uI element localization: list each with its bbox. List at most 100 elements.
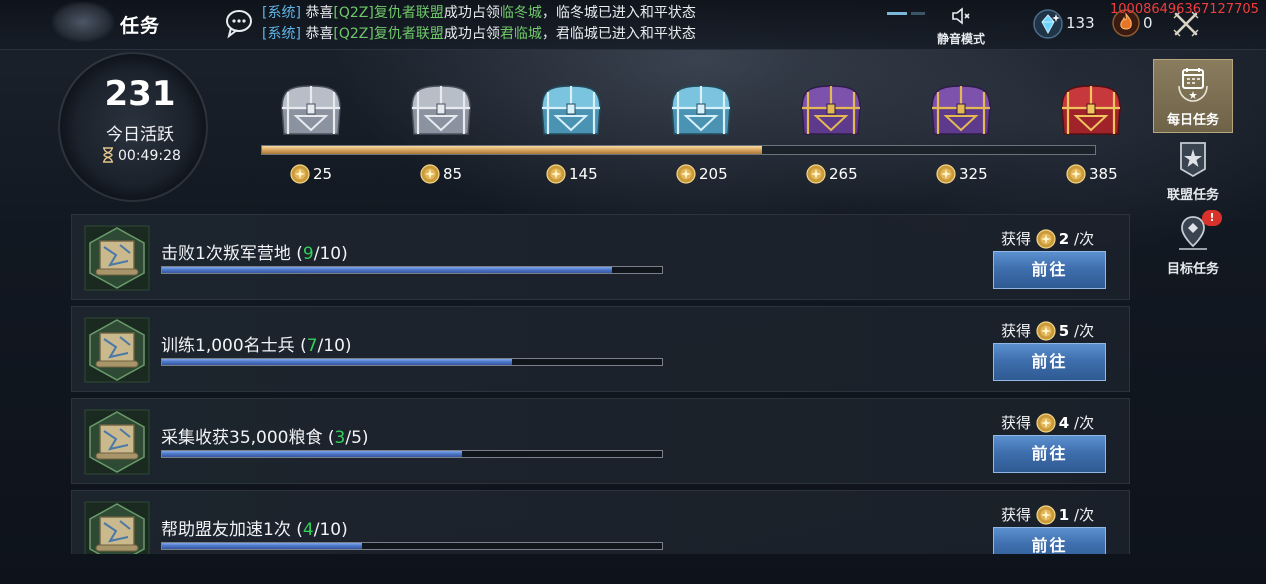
task-total: 10: [319, 244, 342, 264]
reward-value: 5: [1058, 322, 1070, 340]
reward-unit: /次: [1074, 414, 1095, 432]
gem-icon: [1033, 9, 1063, 39]
task-total: 10: [323, 336, 345, 356]
reward-value: 2: [1058, 230, 1070, 248]
side-label: 每日任务: [1166, 113, 1219, 128]
milestone-value: 205: [699, 165, 728, 183]
chat-text: ，临冬城已进入和平状态: [541, 5, 696, 21]
task-name: 采集收获35,000粮食: [161, 428, 323, 448]
tab-alliance-tasks[interactable]: 联盟任务: [1153, 135, 1233, 209]
milestone-marker: 205: [676, 164, 728, 186]
milestone-marker: 25: [290, 164, 332, 186]
task-title: 击败1次叛军营地 (9/10): [161, 244, 348, 264]
side-label: 联盟任务: [1166, 188, 1219, 203]
task-row: 采集收获35,000粮食 (3/5) 获得 4 /次 前往: [71, 398, 1130, 484]
coin-icon: [936, 164, 956, 184]
task-progress-fill: [162, 359, 512, 365]
chat-text: 成功占领: [443, 26, 500, 42]
hourglass-icon: [103, 147, 113, 163]
go-button[interactable]: 前往: [993, 527, 1106, 554]
speaker-mute-icon: [952, 7, 970, 25]
player-id-text: 100086496367127705: [1110, 2, 1259, 17]
tab-goal-tasks[interactable]: ! 目标任务: [1153, 209, 1233, 283]
coin-icon: [676, 164, 696, 184]
reward-unit: /次: [1074, 506, 1095, 524]
task-progress-bar: [161, 450, 663, 458]
chat-text: 恭喜: [300, 26, 334, 42]
treasure-chest-icon: [411, 85, 471, 135]
milestone-marker: 145: [546, 164, 598, 186]
coin-icon: [290, 164, 310, 184]
reward-chest-purple[interactable]: [796, 78, 866, 140]
reward-value: 1: [1058, 506, 1070, 524]
chat-text: ，君临城已进入和平状态: [541, 26, 696, 42]
task-row: 帮助盟友加速1次 (4/10) 获得 1 /次 前往: [71, 490, 1130, 554]
task-progress-fill: [162, 543, 362, 549]
page-title: 任务: [120, 15, 161, 37]
chat-city: 君临城: [499, 26, 542, 42]
system-chat[interactable]: [系统] 恭喜[Q2Z]复仇者联盟成功占领临冬城，临冬城已进入和平状态 [系统]…: [262, 3, 902, 45]
reward-chest-silver[interactable]: [406, 78, 476, 140]
milestone-value: 385: [1089, 165, 1118, 183]
task-total: 5: [351, 428, 362, 448]
task-list[interactable]: 击败1次叛军营地 (9/10) 获得 2 /次 前往 训练1,000名士兵 (7…: [71, 214, 1131, 554]
milestone-marker: 325: [936, 164, 988, 186]
task-reward: 获得 1 /次: [1001, 504, 1094, 525]
task-reward: 获得 5 /次: [1001, 320, 1094, 341]
reward-chest-blue[interactable]: [666, 78, 736, 140]
chat-alliance: [Q2Z]复仇者联盟: [333, 5, 444, 21]
task-current: 7: [306, 336, 318, 356]
treasure-chest-icon: [1061, 85, 1121, 135]
coin-icon: [1066, 164, 1086, 184]
task-current: 9: [302, 244, 314, 264]
task-name: 击败1次叛军营地: [161, 244, 291, 264]
chat-city: 临冬城: [499, 5, 542, 21]
go-button[interactable]: 前往: [993, 251, 1106, 289]
task-title: 帮助盟友加速1次 (4/10): [161, 520, 348, 540]
activity-progress-bar: [261, 145, 1096, 155]
side-label: 目标任务: [1166, 262, 1219, 277]
chat-tag: [系统]: [262, 5, 301, 21]
task-progress-bar: [161, 542, 663, 550]
reward-chest-blue[interactable]: [536, 78, 606, 140]
coin-icon: [546, 164, 566, 184]
task-category-sidebar: 每日任务 联盟任务 ! 目标任务: [1147, 57, 1266, 297]
chat-tag: [系统]: [262, 26, 301, 42]
reset-timer: 00:49:28: [102, 147, 181, 164]
chat-icon[interactable]: [225, 9, 253, 39]
go-button[interactable]: 前往: [993, 435, 1106, 473]
coin-icon: [1036, 321, 1056, 341]
activity-progress-fill: [262, 146, 762, 154]
reward-unit: /次: [1074, 322, 1095, 340]
chat-text: 成功占领: [443, 5, 500, 21]
treasure-chest-icon: [931, 85, 991, 135]
reward-label: 获得: [1001, 322, 1032, 340]
go-button[interactable]: 前往: [993, 343, 1106, 381]
back-emblem[interactable]: [52, 2, 114, 42]
reward-label: 获得: [1001, 230, 1032, 248]
chat-alliance: [Q2Z]复仇者联盟: [333, 26, 444, 42]
reward-chest-purple[interactable]: [926, 78, 996, 140]
milestone-value: 325: [959, 165, 988, 183]
task-current: 4: [302, 520, 314, 540]
task-progress-fill: [162, 267, 612, 273]
milestone-value: 145: [569, 165, 598, 183]
task-current: 3: [334, 428, 346, 448]
reward-chest-red[interactable]: [1056, 78, 1126, 140]
tab-daily-tasks[interactable]: 每日任务: [1153, 59, 1233, 133]
notification-badge: !: [1202, 210, 1222, 226]
treasure-chest-icon: [801, 85, 861, 135]
treasure-chest-icon: [541, 85, 601, 135]
coin-icon: [806, 164, 826, 184]
coin-icon: [420, 164, 440, 184]
milestone-value: 85: [443, 165, 463, 183]
reward-chest-silver[interactable]: [276, 78, 346, 140]
treasure-chest-icon: [671, 85, 731, 135]
mute-button[interactable]: 静音模式: [930, 4, 992, 46]
milestone-value: 25: [313, 165, 333, 183]
task-progress-bar: [161, 266, 663, 274]
coin-icon: [1036, 413, 1056, 433]
reward-label: 获得: [1001, 414, 1032, 432]
task-title: 训练1,000名士兵 (7/10): [161, 336, 352, 356]
coin-icon: [1036, 229, 1056, 249]
